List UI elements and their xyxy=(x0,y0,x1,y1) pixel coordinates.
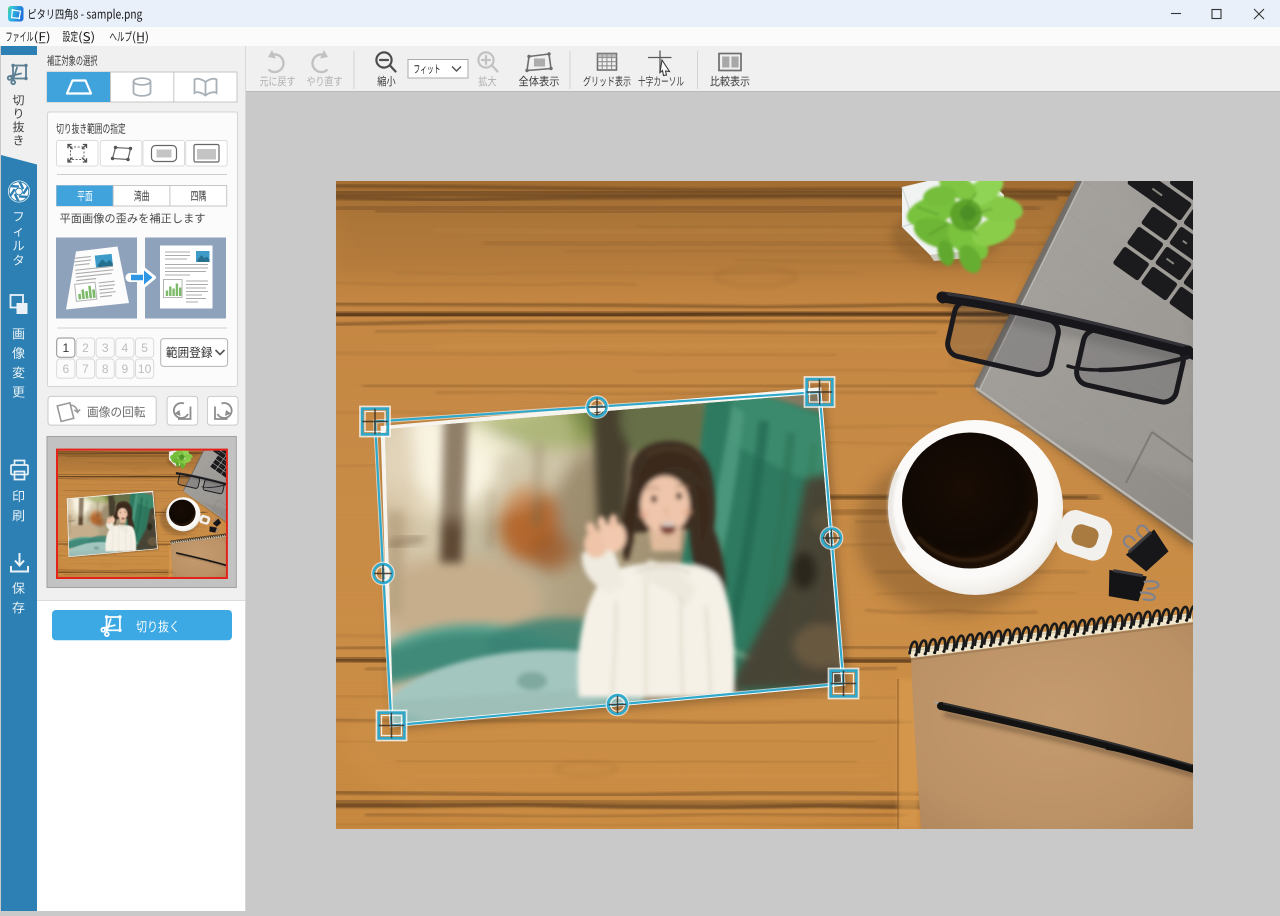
svg-text:5: 5 xyxy=(141,341,148,355)
svg-text:2: 2 xyxy=(82,341,89,355)
svg-text:8: 8 xyxy=(102,362,109,376)
svg-text:3: 3 xyxy=(102,341,109,355)
svg-text:9: 9 xyxy=(122,362,129,376)
svg-text:4: 4 xyxy=(122,341,129,355)
svg-text:7: 7 xyxy=(82,362,89,376)
svg-text:1: 1 xyxy=(62,341,69,355)
svg-text:6: 6 xyxy=(62,362,69,376)
svg-text:10: 10 xyxy=(138,362,152,376)
